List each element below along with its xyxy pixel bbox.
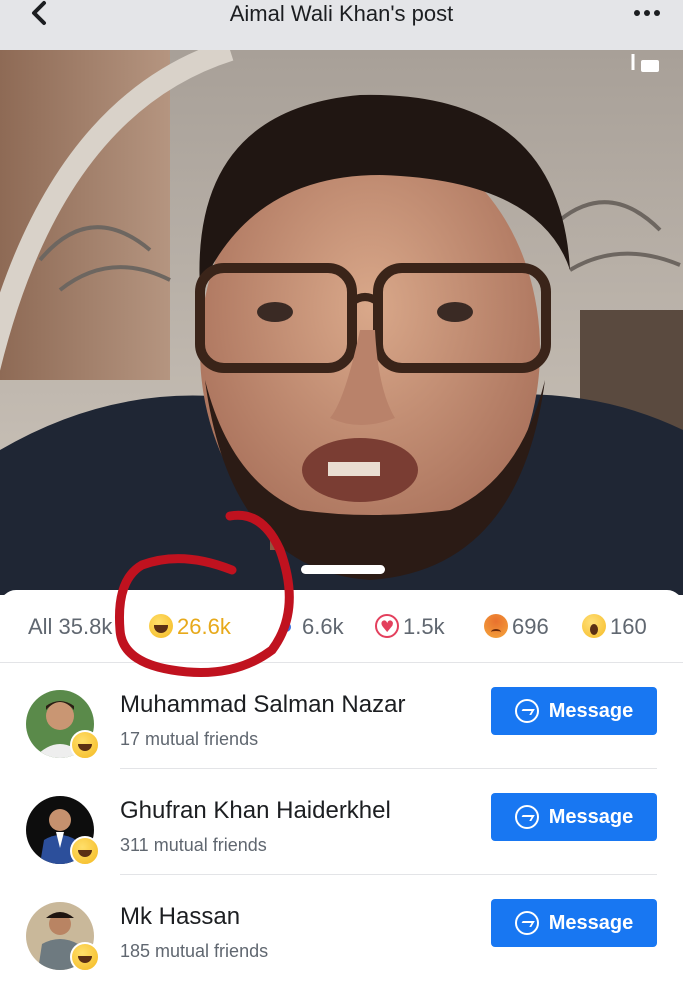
tab-angry-count: 696: [512, 614, 549, 639]
tab-wow-count: 160: [610, 614, 647, 639]
top-bar: Aimal Wali Khan's post: [0, 0, 683, 51]
haha-icon: [70, 942, 100, 972]
tab-angry[interactable]: 696: [484, 612, 549, 642]
tab-haha[interactable]: 26.6k: [149, 612, 231, 642]
haha-icon: [70, 836, 100, 866]
list-item: Ghufran Khan Haiderkhel 311 mutual frien…: [0, 781, 683, 887]
tab-all-label: All 35.8k: [28, 614, 113, 639]
love-icon: [375, 612, 399, 642]
person-name[interactable]: Muhammad Salman Nazar: [120, 691, 405, 719]
list-item: Mk Hassan 185 mutual friends Message: [0, 887, 683, 993]
message-button[interactable]: Message: [491, 687, 657, 735]
tab-like[interactable]: 6.6k: [282, 612, 344, 642]
more-dots-icon[interactable]: [629, 6, 665, 20]
mutual-friends: 185 mutual friends: [120, 941, 269, 961]
wow-icon: [582, 614, 606, 638]
message-button-label: Message: [548, 805, 634, 828]
mutual-friends: 17 mutual friends: [120, 729, 259, 749]
tab-like-count: 6.6k: [302, 614, 344, 639]
messenger-icon: [514, 699, 539, 723]
message-button[interactable]: Message: [491, 793, 657, 841]
messenger-icon: [514, 911, 539, 935]
person-name[interactable]: Mk Hassan: [120, 903, 240, 931]
fullscreen-icon[interactable]: [631, 52, 661, 74]
divider: [120, 874, 657, 875]
divider: [120, 768, 657, 769]
message-button[interactable]: Message: [491, 899, 657, 947]
sheet-drag-handle[interactable]: [301, 565, 385, 574]
messenger-icon: [514, 805, 539, 829]
reaction-tabs: All 35.8k 26.6k 6.6k 1.5k 696 160: [0, 590, 683, 663]
list-item: Muhammad Salman Nazar 17 mutual friends …: [0, 675, 683, 781]
tab-all-reactions[interactable]: All 35.8k: [28, 612, 112, 642]
post-video[interactable]: [0, 50, 683, 595]
message-button-label: Message: [548, 699, 634, 722]
video-frame-illustration: [0, 50, 683, 595]
tab-wow[interactable]: 160: [582, 612, 647, 642]
mutual-friends: 311 mutual friends: [120, 835, 267, 855]
page-title: Aimal Wali Khan's post: [229, 1, 454, 26]
person-name[interactable]: Ghufran Khan Haiderkhel: [120, 797, 391, 825]
reactions-sheet: All 35.8k 26.6k 6.6k 1.5k 696 160: [0, 590, 683, 972]
angry-icon: [484, 614, 508, 638]
haha-icon: [149, 614, 173, 638]
tab-love[interactable]: 1.5k: [375, 612, 445, 642]
tab-love-count: 1.5k: [403, 614, 445, 639]
message-button-label: Message: [548, 911, 634, 934]
tab-haha-count: 26.6k: [177, 614, 231, 639]
haha-icon: [70, 730, 100, 760]
